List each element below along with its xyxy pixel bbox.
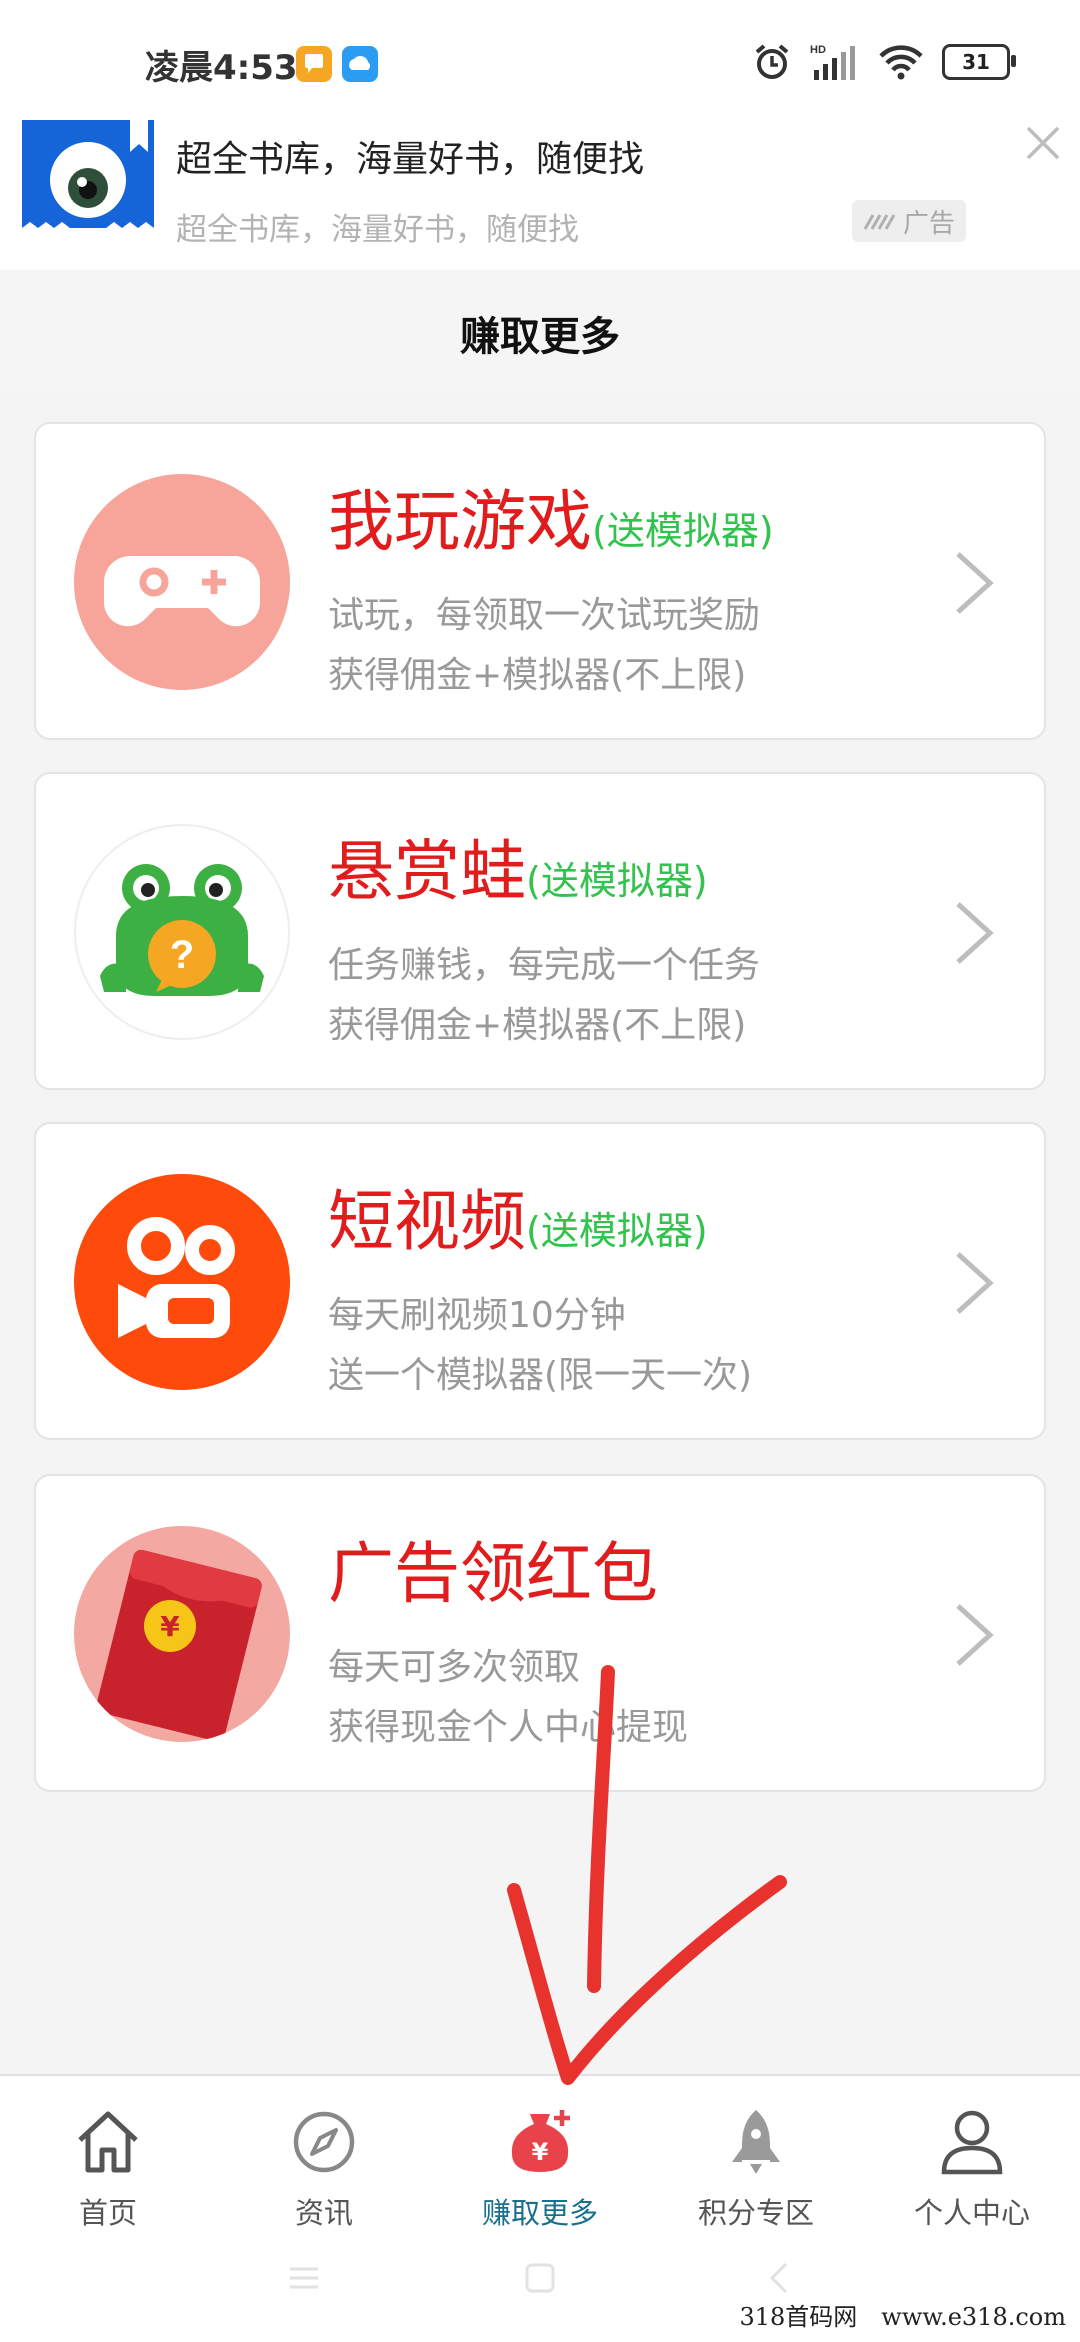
card-tag: (送模拟器) [592, 509, 774, 553]
card-desc-line2: 送一个模拟器(限一天一次) [328, 1355, 753, 1396]
ad-banner[interactable]: 超全书库，海量好书，随便找 超全书库，海量好书，随便找 广告 [0, 120, 1080, 270]
ad-brand-icon [863, 214, 896, 230]
signal-icon: HD [810, 44, 855, 80]
battery-indicator: 31 [942, 44, 1016, 80]
nav-item-news[interactable]: 资讯 [216, 2094, 432, 2230]
nav-item-home[interactable]: 首页 [0, 2094, 216, 2230]
nav-item-points[interactable]: 积分专区 [648, 2094, 864, 2230]
close-icon[interactable] [1020, 120, 1066, 166]
watermark: 318首码网 www.e318.com [733, 2295, 1072, 2334]
card-title: 短视频(送模拟器) [328, 1183, 708, 1260]
ad-badge: 广告 [852, 200, 966, 242]
card-desc-line1: 试玩，每领取一次试玩奖励 [328, 595, 761, 636]
svg-text:HD: HD [810, 44, 826, 56]
chevron-right-icon [956, 902, 994, 964]
nav-label: 赚取更多 [481, 2196, 598, 2230]
money-bag-icon: ¥ [511, 2110, 570, 2172]
home-icon [78, 2111, 138, 2173]
nav-label: 资讯 [294, 2196, 353, 2230]
card-tag: (送模拟器) [526, 1209, 708, 1253]
frog-icon: ? [74, 824, 290, 1040]
page-header: 赚取更多 [0, 270, 1080, 388]
rocket-icon [732, 2110, 780, 2174]
card-title: 我玩游戏(送模拟器) [328, 483, 774, 560]
book-app-logo [22, 120, 154, 228]
cloud-app-icon [342, 46, 378, 82]
compass-icon [293, 2111, 355, 2173]
nav-label: 积分专区 [697, 2196, 814, 2230]
chevron-right-icon [956, 1604, 994, 1666]
nav-label: 个人中心 [913, 2196, 1030, 2230]
wifi-icon [879, 45, 923, 80]
home-square-icon[interactable] [522, 2260, 558, 2296]
card-ad-red-envelope[interactable]: ¥ 广告领红包 每天可多次领取 获得现金个人中心提现 [34, 1474, 1046, 1792]
user-icon [941, 2110, 1003, 2175]
gamepad-icon [74, 474, 290, 690]
chevron-right-icon [956, 552, 994, 614]
card-desc-line1: 任务赚钱，每完成一个任务 [328, 945, 761, 986]
card-desc-line1: 每天可多次领取 [328, 1647, 581, 1688]
chevron-right-icon [956, 1252, 994, 1314]
card-desc-line2: 获得现金个人中心提现 [328, 1707, 689, 1748]
svg-text:¥: ¥ [160, 1610, 180, 1643]
card-desc-line2: 获得佣金+模拟器(不上限) [328, 1005, 747, 1046]
ad-subtitle: 超全书库，海量好书，随便找 [176, 212, 579, 248]
nav-item-earn-more[interactable]: ¥ 赚取更多 [432, 2094, 648, 2230]
card-desc-line2: 获得佣金+模拟器(不上限) [328, 655, 747, 696]
status-bar: 凌晨4:53 HD 31 [0, 0, 1080, 120]
card-desc-line1: 每天刷视频10分钟 [328, 1295, 626, 1336]
nav-item-profile[interactable]: 个人中心 [864, 2094, 1080, 2230]
status-time: 凌晨4:53 [145, 48, 298, 88]
card-title: 悬赏蛙(送模拟器) [328, 833, 708, 910]
menu-icon[interactable] [286, 2260, 322, 2296]
red-envelope-icon: ¥ [74, 1526, 290, 1742]
page-title: 赚取更多 [460, 314, 620, 360]
video-camera-icon [74, 1174, 290, 1390]
card-tag: (送模拟器) [526, 859, 708, 903]
notification-app-icon [296, 46, 332, 82]
svg-text:?: ? [170, 933, 194, 977]
svg-text:¥: ¥ [532, 2138, 549, 2166]
nav-label: 首页 [78, 2196, 137, 2230]
card-reward-frog[interactable]: ? 悬赏蛙(送模拟器) 任务赚钱，每完成一个任务 获得佣金+模拟器(不上限) [34, 772, 1046, 1090]
card-short-video[interactable]: 短视频(送模拟器) 每天刷视频10分钟 送一个模拟器(限一天一次) [34, 1122, 1046, 1440]
card-play-games[interactable]: 我玩游戏(送模拟器) 试玩，每领取一次试玩奖励 获得佣金+模拟器(不上限) [34, 422, 1046, 740]
back-icon[interactable] [762, 2260, 798, 2296]
card-title: 广告领红包 [328, 1535, 658, 1612]
alarm-icon [755, 44, 789, 79]
ad-title: 超全书库，海量好书，随便找 [176, 139, 645, 180]
